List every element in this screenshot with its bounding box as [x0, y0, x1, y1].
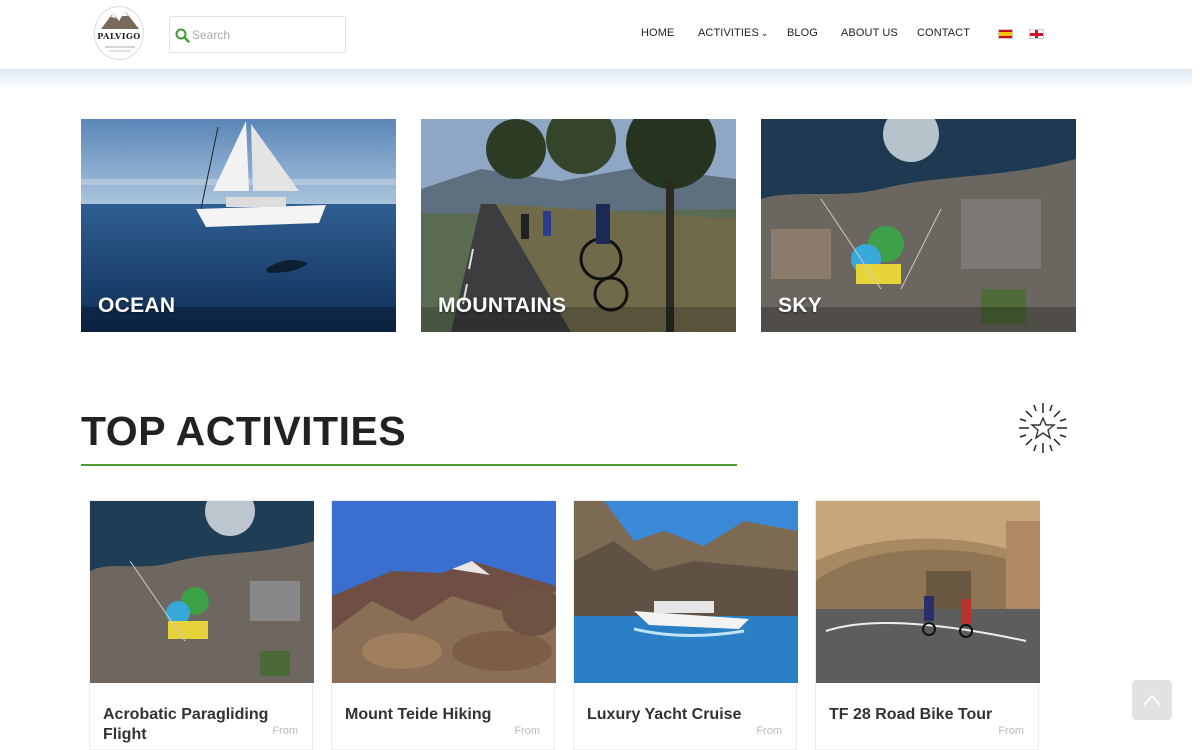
category-tile-ocean[interactable]: OCEAN [81, 119, 396, 332]
chevron-down-icon[interactable]: ⌄ [761, 28, 769, 39]
nav-contact-label[interactable]: CONTACT [917, 27, 970, 39]
activity-title[interactable]: TF 28 Road Bike Tour [829, 705, 1009, 725]
category-tile-mountains[interactable]: MOUNTAINS [421, 119, 736, 332]
activity-card[interactable]: TF 28 Road Bike Tour From [815, 500, 1040, 750]
activity-image-bike[interactable] [816, 501, 1040, 683]
nav-blog-label[interactable]: BLOG [787, 27, 818, 39]
es-flag-icon[interactable] [998, 29, 1013, 39]
chevron-up-icon[interactable] [1142, 692, 1162, 708]
activity-card[interactable]: Luxury Yacht Cruise From [573, 500, 798, 750]
tile-label-ocean: OCEAN [98, 294, 176, 317]
header-shadow [0, 70, 1192, 88]
activity-card[interactable]: Acrobatic Paragliding Flight From [89, 500, 314, 750]
activity-image-paragliding[interactable] [90, 501, 314, 683]
nav-home-label[interactable]: HOME [641, 27, 674, 39]
bike-tour-image [816, 501, 1040, 683]
nav-home[interactable]: HOME [641, 27, 674, 39]
site-logo[interactable]: PALVIGO [94, 6, 144, 60]
nav-blog[interactable]: BLOG [787, 27, 818, 39]
nav-contact[interactable]: CONTACT [917, 27, 970, 39]
tile-label-mountains: MOUNTAINS [438, 294, 567, 317]
scroll-to-top-button[interactable] [1132, 680, 1172, 720]
tile-label-sky: SKY [778, 294, 823, 317]
nav-activities[interactable]: ACTIVITIES ⌄ [698, 27, 769, 39]
nav-activities-label[interactable]: ACTIVITIES [698, 27, 759, 39]
search-box[interactable] [169, 16, 346, 53]
price-prefix: From [272, 725, 298, 737]
category-tile-sky[interactable]: SKY [761, 119, 1076, 332]
teide-image [332, 501, 556, 683]
paragliding-image [90, 501, 314, 683]
price-prefix: From [514, 725, 540, 737]
activity-title[interactable]: Mount Teide Hiking [345, 705, 525, 725]
nav-about-label[interactable]: ABOUT US [841, 27, 898, 39]
gb-flag-icon[interactable] [1029, 29, 1044, 39]
search-input[interactable] [192, 25, 342, 45]
activity-image-teide[interactable] [332, 501, 556, 683]
site-header: PALVIGO HOME ACTIVITIES⌄ BLOG ABOUT US C… [0, 0, 1192, 70]
nav-about-us[interactable]: ABOUT US [841, 27, 898, 39]
section-underline [81, 464, 737, 466]
activity-title[interactable]: Luxury Yacht Cruise [587, 705, 767, 725]
price-prefix: From [756, 725, 782, 737]
section-title: TOP ACTIVITIES [81, 408, 407, 454]
yacht-image [574, 501, 798, 683]
price-prefix: From [998, 725, 1024, 737]
activity-card[interactable]: Mount Teide Hiking From [331, 500, 556, 750]
activity-title[interactable]: Acrobatic Paragliding Flight [103, 705, 283, 745]
search-icon[interactable] [174, 27, 191, 44]
sparkle-star-icon [1019, 403, 1067, 453]
activity-image-yacht[interactable] [574, 501, 798, 683]
logo-text: PALVIGO [97, 31, 141, 41]
